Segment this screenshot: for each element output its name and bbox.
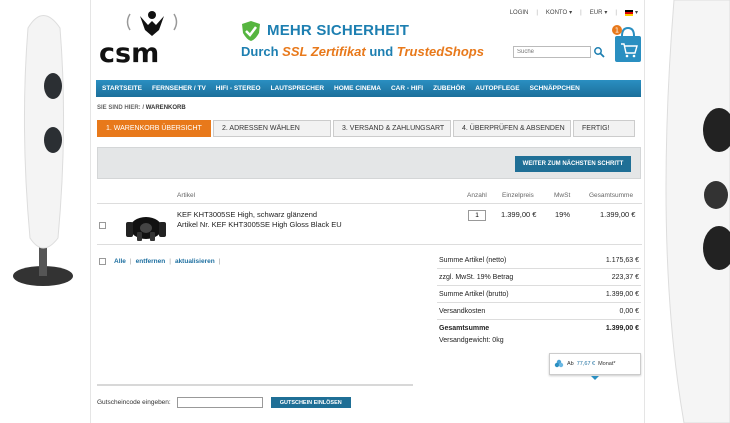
step-done: FERTIG! <box>573 120 635 137</box>
divider <box>97 384 413 386</box>
search-icon[interactable] <box>593 46 605 58</box>
financing-suffix: Monat* <box>598 361 616 367</box>
product-article-number: Artikel Nr. KEF KHT3005SE High Gloss Bla… <box>177 220 342 229</box>
checkout-steps: 1. WARENKORB ÜBERSICHT 2. ADRESSEN WÄHLE… <box>97 120 637 137</box>
caret-down-icon <box>591 376 599 380</box>
step-review-submit: 4. ÜBERPRÜFEN & ABSENDEN <box>453 120 571 137</box>
financing-rate: 77,67 € <box>576 361 596 367</box>
nav-item-hifi[interactable]: HIFI - STEREO <box>216 85 261 92</box>
separator: | <box>129 258 132 265</box>
unit-price: 1.399,00 € <box>501 210 537 219</box>
summary-shipping: Versandkosten 0,00 € <box>437 303 641 320</box>
german-flag-icon <box>624 9 633 16</box>
col-artikel: Artikel <box>177 192 196 199</box>
quantity-input[interactable] <box>468 210 486 221</box>
voucher-input[interactable] <box>176 397 263 408</box>
continue-button[interactable]: WEITER ZUM NÄCHSTEN SCHRITT <box>515 156 631 172</box>
cart-count: 1 <box>615 27 619 35</box>
separator: | <box>580 9 582 16</box>
summary-total: Gesamtsumme 1.399,00 € <box>439 325 639 332</box>
step-addresses: 2. ADRESSEN WÄHLEN <box>213 120 331 137</box>
breadcrumb: SIE SIND HIER: / WARENKORB <box>97 105 186 111</box>
cart-table-header: Artikel Anzahl Einzelpreis MwSt Gesamtsu… <box>97 192 642 202</box>
currency-menu[interactable]: EUR ▾ <box>590 9 608 17</box>
step-cart-overview: 1. WARENKORB ÜBERSICHT <box>97 120 211 137</box>
financing-widget[interactable]: Ab 77,67 € Monat* <box>549 353 641 375</box>
row-checkbox[interactable] <box>99 222 106 229</box>
col-gesamtsumme: Gesamtsumme <box>589 192 634 199</box>
summary-tax: zzgl. MwSt. 19% Betrag 223,37 € <box>437 269 641 286</box>
chevron-down-icon: ▾ <box>569 10 573 16</box>
continue-bar: WEITER ZUM NÄCHSTEN SCHRITT <box>97 147 641 179</box>
row-total: 1.399,00 € <box>600 210 636 219</box>
main-nav: STARTSEITE FERNSEHER / TV HIFI - STEREO … <box>96 80 641 97</box>
search-input[interactable] <box>513 46 591 58</box>
top-links: LOGIN | KONTO ▾ | EUR ▾ | ▾ <box>510 9 638 16</box>
language-menu[interactable]: ▾ <box>624 9 638 16</box>
vat-rate: 19% <box>555 210 571 219</box>
nav-item-lautsprecher[interactable]: LAUTSPRECHER <box>271 85 324 92</box>
chevron-down-icon: ▾ <box>604 10 608 16</box>
voucher-form: Gutscheincode eingeben: GUTSCHEIN EINLÖS… <box>97 397 351 408</box>
step-shipping-payment: 3. VERSAND & ZAHLUNGSART <box>333 120 451 137</box>
product-thumbnail[interactable] <box>123 208 169 242</box>
col-einzelpreis: Einzelpreis <box>502 192 534 199</box>
col-mwst: MwSt <box>554 192 571 199</box>
separator: | <box>536 9 538 16</box>
summary-netto: Summe Artikel (netto) 1.175,63 € <box>437 252 641 269</box>
nav-item-schnaeppchen[interactable]: SCHNÄPPCHEN <box>530 85 580 92</box>
speaker-image-right <box>665 0 730 423</box>
separator: | <box>615 9 617 16</box>
speaker-image-left <box>13 15 73 286</box>
chevron-down-icon: ▾ <box>634 10 638 16</box>
account-menu[interactable]: KONTO ▾ <box>546 9 573 17</box>
col-anzahl: Anzahl <box>467 192 487 199</box>
shop-page: csm MEHR SICHERHEIT Durch SSL Zertifikat… <box>90 0 645 423</box>
nav-item-home-cinema[interactable]: HOME CINEMA <box>334 85 381 92</box>
nav-item-zubehoer[interactable]: ZUBEHÖR <box>433 85 465 92</box>
flower-icon <box>554 359 564 368</box>
login-link[interactable]: LOGIN <box>510 10 529 16</box>
cart-actions: Alle | entfernen | aktualisieren | <box>99 258 220 265</box>
select-all-checkbox[interactable] <box>99 258 106 265</box>
shopping-bag-icon[interactable]: 1 <box>611 22 647 64</box>
financing-prefix: Ab <box>567 361 574 367</box>
banner-subtitle: Durch SSL Zertifikat und TrustedShops <box>241 44 484 59</box>
redeem-voucher-button[interactable]: GUTSCHEIN EINLÖSEN <box>270 397 351 408</box>
csm-logo[interactable]: csm <box>97 8 197 66</box>
select-all-link[interactable]: Alle <box>114 258 126 265</box>
security-banner: MEHR SICHERHEIT Durch SSL Zertifikat und… <box>241 20 491 64</box>
table-row: KEF KHT3005SE High, schwarz glänzend Art… <box>97 203 642 245</box>
separator: | <box>218 258 221 265</box>
shield-check-icon <box>242 21 260 41</box>
svg-text:csm: csm <box>99 38 159 66</box>
product-name[interactable]: KEF KHT3005SE High, schwarz glänzend <box>177 210 317 219</box>
summary-brutto: Summe Artikel (brutto) 1.399,00 € <box>437 286 641 303</box>
order-summary: Summe Artikel (netto) 1.175,63 € zzgl. Mw… <box>437 252 641 349</box>
nav-item-autopflege[interactable]: AUTOPFLEGE <box>475 85 519 92</box>
remove-link[interactable]: entfernen <box>136 258 166 265</box>
nav-item-startseite[interactable]: STARTSEITE <box>102 85 142 92</box>
nav-item-car-hifi[interactable]: CAR - HIFI <box>391 85 423 92</box>
update-link[interactable]: aktualisieren <box>175 258 215 265</box>
breadcrumb-current: WARENKORB <box>145 105 186 111</box>
shipping-weight: Versandgewicht: 0kg <box>439 337 504 344</box>
nav-item-fernseher[interactable]: FERNSEHER / TV <box>152 85 206 92</box>
separator: | <box>169 258 171 265</box>
banner-title: MEHR SICHERHEIT <box>267 22 410 39</box>
voucher-label: Gutscheincode eingeben: <box>97 399 171 406</box>
